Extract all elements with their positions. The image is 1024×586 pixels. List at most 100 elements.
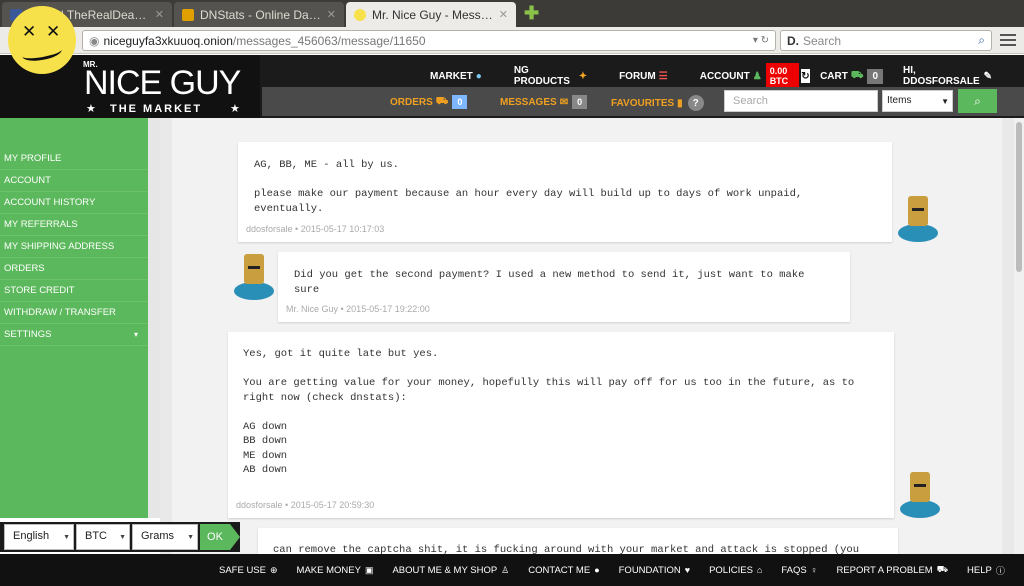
footer-link-policies[interactable]: POLICIES ⌂ xyxy=(709,565,762,576)
language-select[interactable]: English ▼ xyxy=(4,524,74,550)
brand-title: NICE GUY xyxy=(84,64,241,102)
preferences-ok-button[interactable]: OK xyxy=(200,524,240,550)
info-icon: ⓘ xyxy=(995,565,1005,576)
close-tab-icon[interactable]: ✕ xyxy=(499,8,508,21)
favourites-badge: ? xyxy=(687,95,704,111)
chevron-down-icon: ▼ xyxy=(187,534,194,541)
message-bubble: Yes, got it quite late but yes. You are … xyxy=(228,332,894,518)
tab-title: Mr. Nice Guy - Messa... xyxy=(372,7,493,22)
chevron-down-icon: ▼ xyxy=(941,97,949,106)
nav-forum[interactable]: FORUM ☰ xyxy=(619,71,668,82)
search-placeholder: Search xyxy=(803,33,842,48)
duckduckgo-icon: D. xyxy=(787,33,799,48)
messages-count: 0 xyxy=(572,95,588,109)
message-bubble: AG, BB, ME - all by us. please make our … xyxy=(238,142,892,242)
search-submit-button[interactable]: ⌕ xyxy=(958,89,997,113)
nav-cart[interactable]: CART ⛟ 0 xyxy=(820,68,883,84)
orders-count: 0 xyxy=(452,95,468,109)
person-icon: ♙ xyxy=(501,564,510,575)
sidebar-item-my-referrals[interactable]: MY REFERRALS xyxy=(0,214,148,236)
search-icon[interactable]: ⌕ xyxy=(978,33,985,48)
sidebar-item-settings[interactable]: SETTINGS ▾ xyxy=(0,324,148,346)
message-text: AG, BB, ME - all by us. please make our … xyxy=(254,159,803,215)
footer-link-help[interactable]: HELP ⓘ xyxy=(967,564,1005,577)
refresh-balance-icon[interactable]: ↻ xyxy=(800,69,811,83)
footer-link-faqs[interactable]: FAQS ♀ xyxy=(781,565,817,576)
balance-badge: 0.00 BTC xyxy=(765,63,799,89)
site-footer: SAFE USE ⊕ MAKE MONEY ▣ ABOUT ME & MY SHOP… xyxy=(0,554,1024,586)
message-text: Yes, got it quite late but yes. You are … xyxy=(243,348,855,476)
plus-icon[interactable]: ✚ xyxy=(524,3,539,24)
truck-icon: ⛟ xyxy=(936,564,949,574)
lifebuoy-icon: ⊕ xyxy=(270,564,278,575)
sidebar-item-store-credit[interactable]: STORE CREDIT xyxy=(0,280,148,302)
truck-icon: ⛟ xyxy=(435,95,449,107)
star-icon: ★ xyxy=(230,103,240,115)
hamburger-menu-icon[interactable] xyxy=(1000,32,1016,48)
cart-icon: ⛟ xyxy=(850,69,864,81)
dnstats-favicon-icon xyxy=(182,8,194,21)
heart-icon: ♥ xyxy=(684,565,691,575)
url-bar[interactable]: ◉ niceguyfa3xkuuoq.onion/messages_456063… xyxy=(82,30,776,51)
footer-link-safe-use[interactable]: SAFE USE ⊕ xyxy=(219,565,278,576)
message-meta: Mr. Nice Guy • 2015-05-17 19:22:00 xyxy=(286,304,430,314)
browser-tab-niceguy[interactable]: Mr. Nice Guy - Messa... ✕ xyxy=(346,2,516,27)
unit-select[interactable]: Grams ▼ xyxy=(132,524,198,550)
close-tab-icon[interactable]: ✕ xyxy=(327,8,336,21)
message-bubble: can remove the captcha shit, it is fucki… xyxy=(258,528,898,554)
tab-title: DNStats - Online Dar... xyxy=(200,7,321,22)
star-icon: ★ xyxy=(86,103,96,115)
chevron-down-icon: ▼ xyxy=(63,534,70,541)
footer-link-report-problem[interactable]: REPORT A PROBLEM ⛟ xyxy=(836,564,948,576)
nav-orders[interactable]: ORDERS ⛟ 0 xyxy=(390,95,468,109)
preference-bar: English ▼ BTC ▼ Grams ▼ OK xyxy=(0,522,240,552)
sidebar-item-my-shipping-address[interactable]: MY SHIPPING ADDRESS xyxy=(0,236,148,258)
site-search-input[interactable]: Search xyxy=(724,90,878,112)
sidebar-item-orders[interactable]: ORDERS xyxy=(0,258,148,280)
message-meta: ddosforsale • 2015-05-17 20:59:30 xyxy=(236,500,375,510)
nav-greeting[interactable]: HI, DDOSFORSALE ✎ xyxy=(903,65,992,87)
money-icon: ▣ xyxy=(364,564,374,575)
browser-tab-bar: Inbox | TheRealDeal ... ✕ DNStats - Onli… xyxy=(0,0,1024,27)
account-sidebar: MY PROFILE ACCOUNT ACCOUNT HISTORY MY RE… xyxy=(0,118,148,518)
currency-select[interactable]: BTC ▼ xyxy=(76,524,130,550)
nav-market[interactable]: MARKET ● xyxy=(430,71,482,82)
chevron-down-icon: ▾ xyxy=(133,330,138,339)
bulb-icon: ♀ xyxy=(810,565,818,575)
browser-nav-bar: S ● ▾ ◉ niceguyfa3xkuuoq.onion/messages_… xyxy=(0,27,1024,54)
nav-favourites[interactable]: FAVOURITES ▮? xyxy=(611,95,704,111)
browser-search-input[interactable]: D. Search ⌕ xyxy=(780,30,992,51)
smiley-logo-icon[interactable]: ✕ ✕ xyxy=(8,6,76,74)
bookmark-icon: ▮ xyxy=(677,97,683,109)
message-thread-panel: AG, BB, ME - all by us. please make our … xyxy=(172,118,1002,554)
browser-tab-dnstats[interactable]: DNStats - Online Dar... ✕ xyxy=(174,2,344,27)
user-icon: ♟ xyxy=(752,70,762,82)
sidebar-item-withdraw-transfer[interactable]: WITHDRAW / TRANSFER xyxy=(0,302,148,324)
nav-account[interactable]: ACCOUNT ♟ 0.00 BTC ↻ xyxy=(700,63,811,89)
avatar xyxy=(900,472,940,518)
nav-messages[interactable]: MESSAGES ✉ 0 xyxy=(500,95,588,109)
sidebar-item-account-history[interactable]: ACCOUNT HISTORY xyxy=(0,192,148,214)
smiley-favicon-icon xyxy=(354,8,366,21)
footer-link-make-money[interactable]: MAKE MONEY ▣ xyxy=(297,565,374,576)
chevron-down-icon: ▼ xyxy=(119,534,126,541)
scrollbar-thumb[interactable] xyxy=(1016,122,1022,272)
globe-icon: ● xyxy=(475,70,482,82)
url-host: niceguyfa3xkuuoq.onion xyxy=(103,33,233,48)
reload-icon[interactable]: ▾ ↻ xyxy=(753,35,769,46)
brand-subtitle: THE MARKET xyxy=(110,103,203,115)
globe-icon: ◉ xyxy=(89,33,100,48)
footer-link-about-me[interactable]: ABOUT ME & MY SHOP ♙ xyxy=(392,565,509,576)
sidebar-item-account[interactable]: ACCOUNT xyxy=(0,170,148,192)
page-scrollbar[interactable] xyxy=(1014,118,1024,554)
footer-link-contact-me[interactable]: CONTACT ME ● xyxy=(528,565,599,576)
search-category-select[interactable]: Items ▼ xyxy=(882,90,953,112)
message-text: Did you get the second payment? I used a… xyxy=(294,269,811,296)
bank-icon: ⌂ xyxy=(756,565,763,575)
search-icon: ⌕ xyxy=(974,93,981,108)
nav-ng-products[interactable]: NG PRODUCTS ✦ xyxy=(514,65,587,87)
close-tab-icon[interactable]: ✕ xyxy=(155,8,164,21)
message-text: can remove the captcha shit, it is fucki… xyxy=(273,544,859,554)
sidebar-item-my-profile[interactable]: MY PROFILE xyxy=(0,148,148,170)
footer-link-foundation[interactable]: FOUNDATION ♥ xyxy=(619,565,690,576)
